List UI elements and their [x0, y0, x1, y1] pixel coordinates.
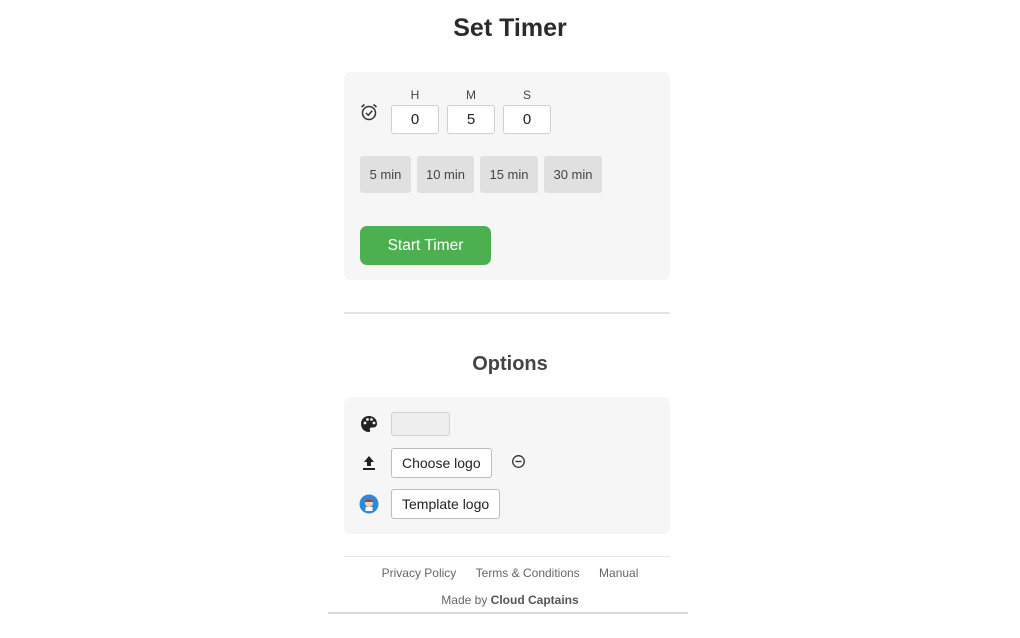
minutes-label: M — [466, 88, 476, 102]
section-divider — [344, 312, 670, 314]
color-picker[interactable] — [391, 412, 450, 436]
palette-icon — [361, 416, 377, 432]
made-by-credit: Made by Cloud Captains — [0, 593, 1020, 607]
hours-label: H — [410, 88, 420, 102]
preset-30-min-button[interactable]: 30 min — [544, 156, 602, 193]
timer-panel: H M S 5 min 10 min 15 min 30 min Start T… — [344, 72, 670, 280]
seconds-label: S — [522, 88, 531, 102]
preset-5-min-button[interactable]: 5 min — [360, 156, 411, 193]
template-logo-button[interactable]: Template logo — [391, 489, 501, 519]
manual-link[interactable]: Manual — [599, 566, 638, 580]
remove-logo-icon[interactable] — [511, 454, 526, 469]
terms-conditions-link[interactable]: Terms & Conditions — [476, 566, 580, 580]
page-title: Set Timer — [453, 14, 567, 42]
seconds-input[interactable] — [503, 105, 551, 134]
hours-input[interactable] — [391, 105, 439, 134]
upload-icon — [363, 456, 375, 470]
privacy-policy-link[interactable]: Privacy Policy — [382, 566, 457, 580]
start-timer-button[interactable]: Start Timer — [360, 226, 491, 265]
bottom-edge — [328, 612, 688, 614]
footer-links: Privacy Policy Terms & Conditions Manual — [0, 566, 1020, 580]
options-title: Options — [472, 353, 548, 375]
minutes-input[interactable] — [447, 105, 495, 134]
template-logo-icon — [359, 494, 379, 514]
preset-10-min-button[interactable]: 10 min — [417, 156, 474, 193]
made-by-prefix: Made by — [441, 593, 488, 607]
alarm-clock-icon — [361, 103, 377, 121]
options-panel: Choose logo Template logo — [344, 397, 670, 534]
choose-logo-button[interactable]: Choose logo — [391, 448, 492, 478]
made-by-name[interactable]: Cloud Captains — [491, 593, 579, 607]
preset-15-min-button[interactable]: 15 min — [480, 156, 538, 193]
footer-divider — [344, 556, 670, 557]
